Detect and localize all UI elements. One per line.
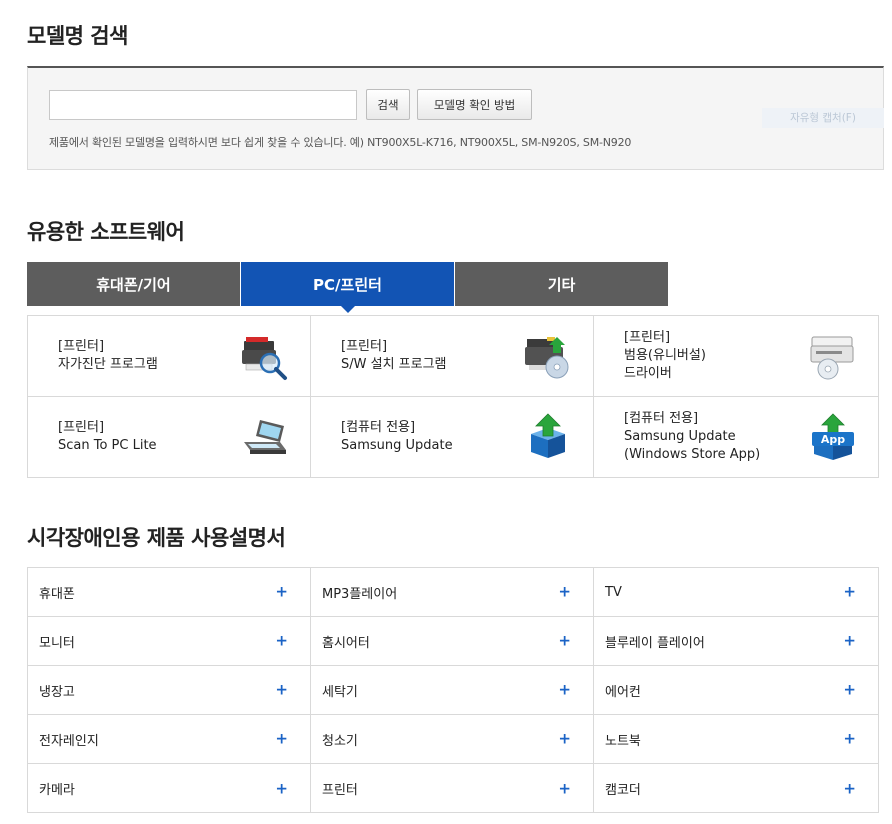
svg-text:App: App [821,433,845,446]
software-item-category: [프린터] [58,420,105,435]
manual-item-bluray[interactable]: 블루레이 플레이어 + [594,617,878,666]
plus-icon[interactable]: + [558,779,571,797]
model-search-title: 모델명 검색 [27,24,128,48]
software-item-name: Samsung Update [624,429,736,444]
manual-item-camera[interactable]: 카메라 + [28,764,311,813]
manual-item-vacuum[interactable]: 청소기 + [311,715,594,764]
software-item-name-line2: 드라이버 [624,366,672,381]
scanner-icon [244,420,286,454]
manual-item-air-conditioner[interactable]: 에어컨 + [594,666,878,715]
software-item-category: [프린터] [624,330,671,345]
software-item-category: [컴퓨터 전용] [341,420,416,435]
manual-title: 시각장애인용 제품 사용설명서 [27,526,286,550]
manual-item-label: 청소기 [322,733,358,749]
manual-item-label: 홈시어터 [322,635,370,651]
software-item-name: Scan To PC Lite [58,438,157,453]
search-hint-text: 제품에서 확인된 모델명을 입력하시면 보다 쉽게 찾을 수 있습니다. 예) … [49,136,632,149]
universal-driver-printer-icon [810,336,854,380]
software-item-universal-driver[interactable]: [프린터] 범용(유니버설) 드라이버 [594,316,878,397]
plus-icon[interactable]: + [275,583,288,601]
manual-grid: 휴대폰 + MP3플레이어 + TV + 모니터 + 홈시어터 + 블루레이 플레이어 + … [27,567,879,813]
manual-item-notebook[interactable]: 노트북 + [594,715,878,764]
manual-item-label: 세탁기 [322,684,358,700]
software-item-sw-install[interactable]: [프린터] S/W 설치 프로그램 [311,316,594,397]
plus-icon[interactable]: + [275,779,288,797]
model-howto-button[interactable]: 모델명 확인 방법 [417,89,532,120]
software-item-diagnostic[interactable]: [프린터] 자가진단 프로그램 [28,316,311,397]
plus-icon[interactable]: + [558,632,571,650]
capture-overlay-label: 자유형 캡처(F) [762,108,884,128]
manual-item-label: 휴대폰 [39,586,75,602]
software-item-name: 범용(유니버설) [624,348,706,363]
manual-item-label: 에어컨 [605,684,641,700]
tab-etc[interactable]: 기타 [455,262,668,306]
manual-item-label: 모니터 [39,635,75,651]
software-tabs: 휴대폰/기어 PC/프린터 기타 [27,262,668,313]
manual-item-home-theater[interactable]: 홈시어터 + [311,617,594,666]
manual-item-label: 블루레이 플레이어 [605,635,705,651]
software-item-text: [프린터] S/W 설치 프로그램 [341,338,447,374]
plus-icon[interactable]: + [275,632,288,650]
manual-item-camcorder[interactable]: 캠코더 + [594,764,878,813]
software-item-name: 자가진단 프로그램 [58,357,158,372]
plus-icon[interactable]: + [558,730,571,748]
plus-icon[interactable]: + [275,681,288,699]
manual-item-washer[interactable]: 세탁기 + [311,666,594,715]
model-search-input[interactable] [49,90,357,120]
software-item-category: [프린터] [58,339,105,354]
diagnostic-printer-icon [242,337,287,380]
manual-item-mobile[interactable]: 휴대폰 + [28,568,311,617]
software-item-text: [프린터] 범용(유니버설) 드라이버 [624,329,706,383]
tab-mobile-gear[interactable]: 휴대폰/기어 [27,262,240,306]
manual-item-microwave[interactable]: 전자레인지 + [28,715,311,764]
manual-item-mp3[interactable]: MP3플레이어 + [311,568,594,617]
plus-icon[interactable]: + [275,730,288,748]
manual-item-label: 노트북 [605,733,641,749]
software-item-name: S/W 설치 프로그램 [341,357,447,372]
tab-pc-printer[interactable]: PC/프린터 [241,262,454,313]
printer-install-cd-icon [525,337,569,379]
manual-item-label: 캠코더 [605,783,641,798]
software-item-text: [프린터] 자가진단 프로그램 [58,338,158,374]
update-box-icon [531,413,565,458]
software-item-samsung-update-store-app[interactable]: [컴퓨터 전용] Samsung Update (Windows Store A… [594,397,878,477]
software-item-samsung-update[interactable]: [컴퓨터 전용] Samsung Update [311,397,594,477]
plus-icon[interactable]: + [843,730,856,748]
plus-icon[interactable]: + [843,583,856,601]
plus-icon[interactable]: + [558,681,571,699]
manual-item-label: 전자레인지 [39,733,99,749]
manual-item-refrigerator[interactable]: 냉장고 + [28,666,311,715]
plus-icon[interactable]: + [843,632,856,650]
software-item-scan-to-pc[interactable]: [프린터] Scan To PC Lite [28,397,311,477]
manual-item-label: 냉장고 [39,684,75,700]
search-button[interactable]: 검색 [366,89,410,120]
software-item-text: [컴퓨터 전용] Samsung Update (Windows Store A… [624,410,760,464]
manual-item-label: TV [605,584,622,600]
software-grid: [프린터] 자가진단 프로그램 [프린터] S/W 설치 프로그램 [프린터] … [27,315,879,478]
manual-item-label: MP3플레이어 [322,586,398,602]
software-item-text: [컴퓨터 전용] Samsung Update [341,419,453,455]
software-item-name-line2: (Windows Store App) [624,447,761,462]
software-title: 유용한 소프트웨어 [27,220,185,244]
manual-item-tv[interactable]: TV + [594,568,878,617]
manual-item-label: 프린터 [322,783,358,798]
software-item-category: [컴퓨터 전용] [624,411,699,426]
manual-item-label: 카메라 [39,783,75,798]
manual-item-printer[interactable]: 프린터 + [311,764,594,813]
plus-icon[interactable]: + [558,583,571,601]
software-item-category: [프린터] [341,339,388,354]
model-search-box: 검색 모델명 확인 방법 제품에서 확인된 모델명을 입력하시면 보다 쉽게 찾… [27,66,884,170]
plus-icon[interactable]: + [843,681,856,699]
app-update-box-icon: App [812,413,854,460]
manual-item-monitor[interactable]: 모니터 + [28,617,311,666]
plus-icon[interactable]: + [843,779,856,797]
software-item-text: [프린터] Scan To PC Lite [58,419,157,455]
software-item-name: Samsung Update [341,438,453,453]
